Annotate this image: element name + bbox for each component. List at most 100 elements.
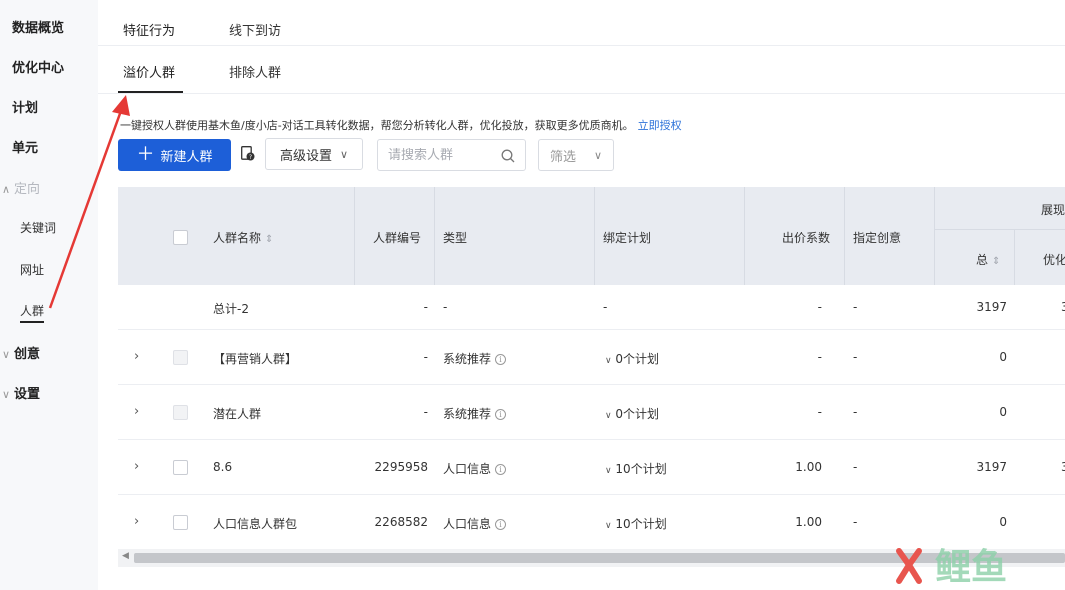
cell-id: - bbox=[423, 405, 428, 419]
search-input[interactable] bbox=[388, 147, 498, 163]
sidebar-item-settings[interactable]: ∨ 设置 bbox=[2, 383, 40, 402]
chevron-down-icon: ∨ bbox=[605, 411, 612, 421]
cell-optimized: 3 bbox=[1061, 460, 1065, 474]
sidebar-item-targeting[interactable]: ∧ 定向 bbox=[2, 178, 40, 197]
header-optimized: 优化 bbox=[1043, 253, 1065, 267]
scroll-left-arrow-icon[interactable]: ◀ bbox=[122, 551, 129, 561]
cell-creative: - bbox=[853, 350, 858, 364]
cell-plan-label: 0个计划 bbox=[615, 352, 660, 366]
row-checkbox[interactable] bbox=[173, 515, 188, 530]
column-divider bbox=[744, 187, 745, 285]
sidebar-item-settings-label: 设置 bbox=[14, 387, 41, 402]
sidebar-item-audience[interactable]: 人群 bbox=[20, 302, 45, 323]
filter-select[interactable]: 筛选 ∨ bbox=[538, 139, 614, 171]
chevron-down-icon: ∨ bbox=[2, 348, 11, 361]
chevron-down-icon: ∨ bbox=[593, 148, 602, 162]
cell-plan-label: 10个计划 bbox=[615, 517, 667, 531]
sidebar-item-creative[interactable]: ∨ 创意 bbox=[2, 343, 40, 362]
cell-bid: - bbox=[817, 300, 822, 314]
chevron-up-icon: ∧ bbox=[2, 183, 11, 196]
cell-plan[interactable]: ∨ 0个计划 bbox=[605, 350, 659, 367]
cell-type-label: 人口信息 bbox=[443, 462, 492, 476]
watermark-logo: 鲤鱼 bbox=[896, 547, 1007, 587]
info-icon[interactable]: i bbox=[495, 354, 507, 365]
advanced-settings-button[interactable]: 高级设置 ∨ bbox=[265, 138, 364, 170]
row-checkbox[interactable] bbox=[173, 460, 188, 475]
cell-plan[interactable]: ∨ 10个计划 bbox=[605, 515, 667, 532]
info-icon[interactable]: i bbox=[495, 409, 507, 420]
sidebar-item-unit[interactable]: 单元 bbox=[12, 137, 38, 156]
sidebar-item-plan[interactable]: 计划 bbox=[12, 97, 38, 116]
cell-type: 人口信息 i bbox=[443, 515, 507, 532]
tab-offline-visit[interactable]: 线下到访 bbox=[229, 20, 281, 39]
document-help-icon[interactable]: ? bbox=[241, 146, 255, 161]
select-all-checkbox[interactable] bbox=[173, 230, 188, 245]
cell-total: 0 bbox=[999, 350, 1007, 364]
tab-premium-audience[interactable]: 溢价人群 bbox=[123, 62, 175, 81]
header-name[interactable]: 人群名称 ⇕ bbox=[213, 229, 273, 246]
column-divider bbox=[594, 187, 595, 285]
header-impressions: 展现 bbox=[1041, 203, 1065, 217]
cell-type-label: 人口信息 bbox=[443, 517, 492, 531]
sidebar-item-targeting-label: 定向 bbox=[14, 182, 41, 197]
cell-type: - bbox=[443, 300, 448, 314]
cell-plan-label: 0个计划 bbox=[615, 407, 660, 421]
cell-name: 人口信息人群包 bbox=[213, 517, 298, 531]
cell-total: 3197 bbox=[976, 460, 1007, 474]
table-header: 人群名称 ⇕ 人群编号 类型 绑定计划 出价系数 指定创意 展现 总 ⇕ 优化 bbox=[118, 187, 1065, 285]
sort-icon[interactable]: ⇕ bbox=[265, 234, 273, 245]
header-group-divider bbox=[934, 229, 1065, 230]
cell-name: 潜在人群 bbox=[213, 407, 262, 421]
cell-optimized: 3 bbox=[1061, 300, 1065, 314]
table-row: › 【再营销人群】 - 系统推荐 i ∨ 0个计划 - - 0 bbox=[118, 330, 1065, 385]
expand-row-icon[interactable]: › bbox=[134, 459, 139, 474]
tab-feature-behavior[interactable]: 特征行为 bbox=[123, 20, 175, 39]
header-type: 类型 bbox=[443, 231, 468, 245]
active-tab-indicator bbox=[118, 91, 183, 93]
watermark-text: 鲤鱼 bbox=[935, 547, 1007, 587]
row-checkbox[interactable] bbox=[173, 405, 188, 420]
cell-creative: - bbox=[853, 300, 858, 314]
cell-type: 系统推荐 i bbox=[443, 405, 507, 422]
row-checkbox[interactable] bbox=[173, 350, 188, 365]
table-total-row: 总计-2 - - - - - 3197 3 bbox=[118, 285, 1065, 330]
header-bid: 出价系数 bbox=[782, 231, 831, 245]
table-row: › 8.6 2295958 人口信息 i ∨ 10个计划 1.00 - 3197 … bbox=[118, 440, 1065, 495]
sidebar-item-creative-label: 创意 bbox=[14, 347, 41, 362]
cell-plan[interactable]: ∨ 10个计划 bbox=[605, 460, 667, 477]
chevron-down-icon: ∨ bbox=[605, 521, 612, 531]
chevron-down-icon: ∨ bbox=[605, 356, 612, 366]
cell-total: 0 bbox=[999, 405, 1007, 419]
search-icon[interactable] bbox=[501, 149, 515, 163]
cell-id: 2295958 bbox=[374, 460, 428, 474]
filter-label: 筛选 bbox=[550, 149, 577, 165]
header-plan: 绑定计划 bbox=[603, 231, 652, 245]
table-row: › 人口信息人群包 2268582 人口信息 i ∨ 10个计划 1.00 - 0 bbox=[118, 495, 1065, 549]
sidebar-item-optimization[interactable]: 优化中心 bbox=[12, 57, 64, 76]
tab-excluded-audience[interactable]: 排除人群 bbox=[229, 62, 281, 81]
sidebar-item-overview[interactable]: 数据概览 bbox=[12, 17, 64, 36]
info-icon[interactable]: i bbox=[495, 464, 507, 475]
sidebar-item-url[interactable]: 网址 bbox=[20, 261, 44, 278]
info-icon[interactable]: i bbox=[495, 519, 507, 530]
cell-creative: - bbox=[853, 405, 858, 419]
expand-row-icon[interactable]: › bbox=[134, 349, 139, 364]
expand-row-icon[interactable]: › bbox=[134, 404, 139, 419]
cell-id: - bbox=[423, 350, 428, 364]
cell-plan[interactable]: ∨ 0个计划 bbox=[605, 405, 659, 422]
authorize-link[interactable]: 立即授权 bbox=[638, 119, 682, 132]
header-total[interactable]: 总 ⇕ bbox=[976, 251, 1000, 268]
column-divider bbox=[934, 187, 935, 285]
header-id: 人群编号 bbox=[373, 231, 422, 245]
new-audience-button[interactable]: ＋ 新建人群 bbox=[118, 139, 231, 171]
column-divider bbox=[434, 187, 435, 285]
header-creative: 指定创意 bbox=[853, 231, 902, 245]
cell-creative: - bbox=[853, 515, 858, 529]
sort-icon[interactable]: ⇕ bbox=[992, 256, 1000, 267]
notice-text: 一键授权人群使用基木鱼/度小店-对话工具转化数据，帮您分析转化人群，优化投放，获… bbox=[120, 119, 634, 132]
sidebar-item-keywords[interactable]: 关键词 bbox=[20, 219, 56, 236]
column-divider bbox=[1014, 229, 1015, 285]
expand-row-icon[interactable]: › bbox=[134, 514, 139, 529]
new-audience-label: 新建人群 bbox=[160, 149, 213, 165]
cell-bid: 1.00 bbox=[795, 515, 822, 529]
